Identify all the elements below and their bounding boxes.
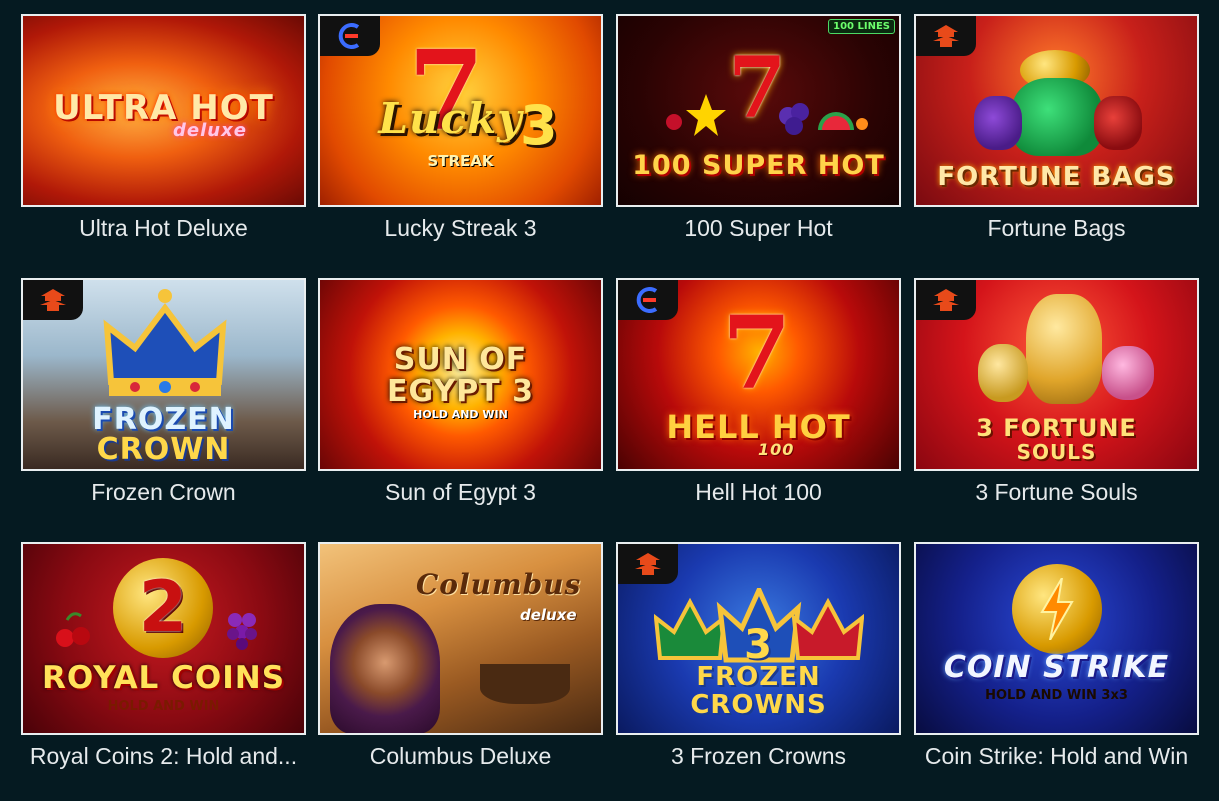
pagoda-icon <box>933 25 959 47</box>
game-logo-text: ULTRA HOT <box>53 88 274 128</box>
game-logo-subtext: HOLD AND WIN <box>107 699 220 714</box>
pagoda-icon <box>933 289 959 311</box>
fruit-icons <box>666 94 726 136</box>
game-thumbnail[interactable]: 7 HELL HOT 100 <box>616 278 901 471</box>
game-tile-lucky-streak-3[interactable]: 7 Lucky 3 STREAK Lucky Streak 3 <box>318 14 603 242</box>
game-logo-text: FROZEN <box>696 662 821 692</box>
lightning-icon <box>1040 578 1074 640</box>
game-thumbnail[interactable]: COIN STRIKE HOLD AND WIN 3x3 <box>914 542 1199 735</box>
game-logo-subtext: SOULS <box>1016 440 1097 464</box>
cherry-icon <box>56 612 90 647</box>
frog-image <box>978 344 1028 402</box>
game-logo-subtext: STREAK <box>427 152 494 170</box>
game-tile-fortune-bags[interactable]: FORTUNE BAGS Fortune Bags <box>914 14 1199 242</box>
game-title[interactable]: Royal Coins 2: Hold and... <box>21 743 306 770</box>
columbus-portrait-image <box>330 604 440 733</box>
pagoda-icon <box>635 553 661 575</box>
game-tile-coin-strike[interactable]: COIN STRIKE HOLD AND WIN 3x3 Coin Strike… <box>914 542 1199 770</box>
game-thumbnail[interactable]: 3 FROZEN CROWNS <box>616 542 901 735</box>
provider-badge <box>618 280 678 320</box>
game-title[interactable]: 3 Frozen Crowns <box>616 743 901 770</box>
game-title[interactable]: Columbus Deluxe <box>318 743 603 770</box>
game-thumbnail[interactable]: 3 FORTUNE SOULS <box>914 278 1199 471</box>
game-title[interactable]: Ultra Hot Deluxe <box>21 215 306 242</box>
game-tile-100-super-hot[interactable]: 100 LINES 7 100 SUPER HOT 100 Super Hot <box>616 14 901 242</box>
money-bag-image <box>1094 96 1142 150</box>
game-title[interactable]: Coin Strike: Hold and Win <box>914 743 1199 770</box>
game-tile-3-fortune-souls[interactable]: 3 FORTUNE SOULS 3 Fortune Souls <box>914 278 1199 506</box>
money-bag-image <box>974 96 1022 150</box>
game-title[interactable]: Fortune Bags <box>914 215 1199 242</box>
game-logo-subtext: deluxe <box>173 120 247 141</box>
game-title[interactable]: Lucky Streak 3 <box>318 215 603 242</box>
money-bag-image <box>1012 78 1102 156</box>
provider-logo-icon <box>338 23 360 49</box>
game-thumbnail[interactable]: FROZEN CROWN <box>21 278 306 471</box>
seven-symbol: 7 <box>722 294 792 412</box>
game-thumbnail[interactable]: 2 ROYAL COINS HOLD AND WIN <box>21 542 306 735</box>
provider-badge <box>618 544 678 584</box>
game-tile-hell-hot-100[interactable]: 7 HELL HOT 100 Hell Hot 100 <box>616 278 901 506</box>
game-thumbnail[interactable]: Columbus deluxe <box>318 542 603 735</box>
provider-badge <box>23 280 83 320</box>
game-logo-text: Columbus <box>416 568 582 601</box>
game-logo-text: FORTUNE BAGS <box>937 162 1176 192</box>
game-thumbnail[interactable]: ULTRA HOT deluxe <box>21 14 306 207</box>
provider-badge <box>916 16 976 56</box>
game-logo-text: 100 SUPER HOT <box>632 150 885 181</box>
provider-logo-icon <box>636 287 658 313</box>
game-thumbnail[interactable]: 7 Lucky 3 STREAK <box>318 14 603 207</box>
game-logo-subtext: CROWNS <box>690 690 827 720</box>
game-title[interactable]: 3 Fortune Souls <box>914 479 1199 506</box>
fruit-icons <box>779 103 868 135</box>
game-logo-text: 3 FORTUNE <box>976 414 1137 442</box>
game-thumbnail[interactable]: 100 LINES 7 100 SUPER HOT <box>616 14 901 207</box>
crown-icon <box>103 289 227 396</box>
grapes-icon <box>227 613 257 650</box>
game-tile-ultra-hot-deluxe[interactable]: ULTRA HOT deluxe Ultra Hot Deluxe <box>21 14 306 242</box>
game-grid: ULTRA HOT deluxe Ultra Hot Deluxe 7 Luck… <box>0 0 1219 801</box>
game-tile-3-frozen-crowns[interactable]: 3 FROZEN CROWNS 3 Frozen Crowns <box>616 542 901 770</box>
pig-image <box>1102 346 1154 400</box>
game-title[interactable]: Hell Hot 100 <box>616 479 901 506</box>
game-title[interactable]: 100 Super Hot <box>616 215 901 242</box>
game-logo-subtext: CROWN <box>96 432 231 467</box>
provider-badge <box>320 16 380 56</box>
provider-badge <box>916 280 976 320</box>
game-logo-text: ROYAL COINS <box>41 660 286 696</box>
game-logo-subtext: 100 <box>758 440 795 459</box>
game-logo-text: COIN STRIKE <box>943 650 1170 685</box>
game-tile-royal-coins-2[interactable]: 2 ROYAL COINS HOLD AND WIN Royal Coins 2… <box>21 542 306 770</box>
game-tile-frozen-crown[interactable]: FROZEN CROWN Frozen Crown <box>21 278 306 506</box>
game-thumbnail[interactable]: FORTUNE BAGS <box>914 14 1199 207</box>
game-thumbnail[interactable]: SUN OF EGYPT 3 HOLD AND WIN <box>318 278 603 471</box>
game-logo-subtext: deluxe <box>520 606 577 624</box>
game-logo-subtext: HOLD AND WIN 3x3 <box>985 688 1128 703</box>
game-title[interactable]: Sun of Egypt 3 <box>318 479 603 506</box>
game-logo-text: SUN OF EGYPT 3 <box>387 342 534 409</box>
game-logo-number: 3 <box>520 94 559 157</box>
game-tile-sun-of-egypt-3[interactable]: SUN OF EGYPT 3 HOLD AND WIN Sun of Egypt… <box>318 278 603 506</box>
lines-badge: 100 LINES <box>828 19 895 34</box>
ship-image <box>480 664 570 704</box>
game-logo-subtext: HOLD AND WIN <box>413 408 508 421</box>
game-title[interactable]: Frozen Crown <box>21 479 306 506</box>
game-tile-columbus-deluxe[interactable]: Columbus deluxe Columbus Deluxe <box>318 542 603 770</box>
lucky-cat-image <box>1026 294 1102 404</box>
pagoda-icon <box>40 289 66 311</box>
